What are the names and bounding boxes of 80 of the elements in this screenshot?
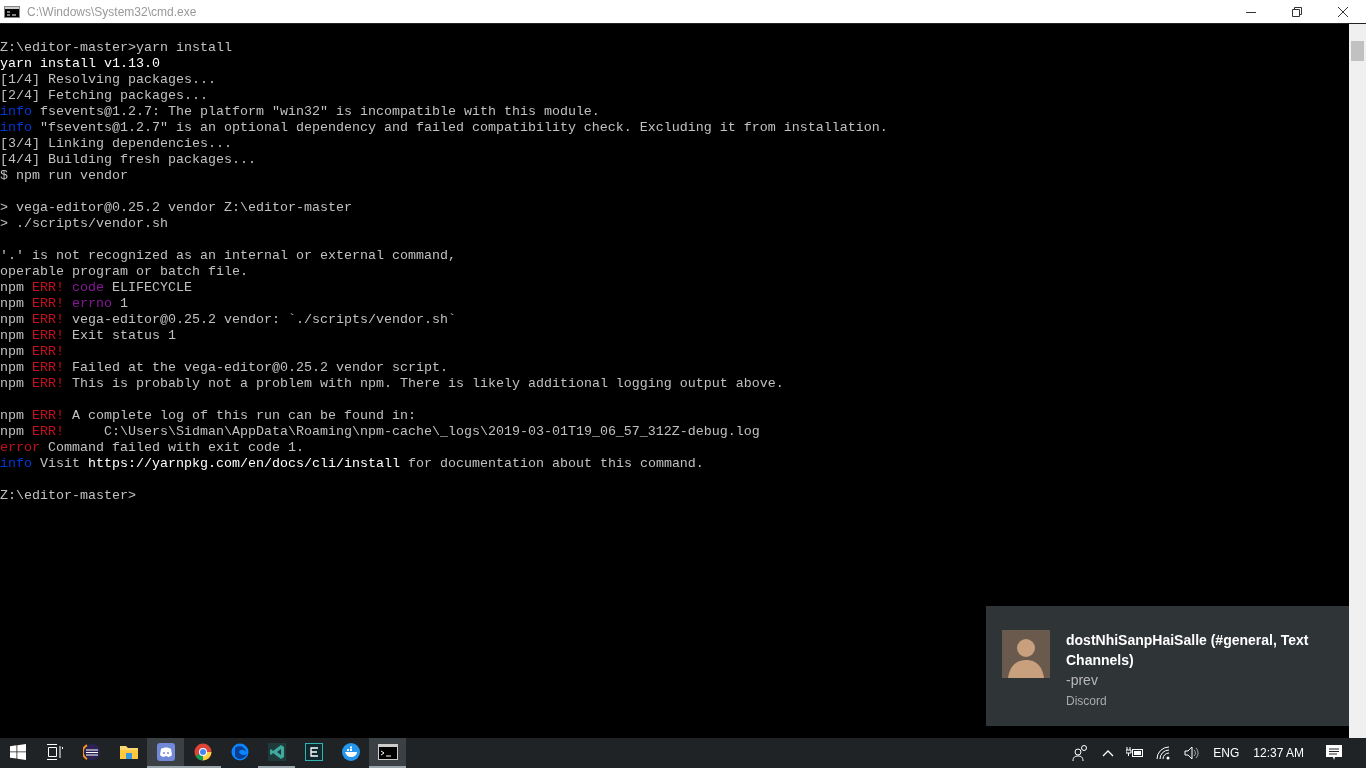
log-label: error xyxy=(0,440,40,455)
log-label: ERR! xyxy=(32,376,64,391)
folder-icon xyxy=(119,744,138,760)
log-label: ERR! xyxy=(32,296,64,311)
terminal-text: A complete log of this run can be found in: xyxy=(71,408,416,423)
terminal-text: npm xyxy=(0,344,25,359)
terminal-text: npm xyxy=(0,328,25,343)
notification-card[interactable]: dostNhiSanpHaiSalle (#general, Text Channels) -prev Discord xyxy=(986,606,1349,726)
terminal-text: npm xyxy=(0,376,25,391)
terminal-text: npm xyxy=(0,312,25,327)
terminal-text: https://yarnpkg.com/en/docs/cli/install xyxy=(88,456,400,471)
terminal-text: vega-editor@0.25.2 vendor: `./scripts/vendor.sh` xyxy=(71,312,456,327)
notification-message: -prev xyxy=(1066,671,1099,690)
editor-icon xyxy=(304,743,323,761)
terminal-text: [2/4] Fetching packages... xyxy=(0,88,208,103)
terminal-text: Z:\editor-master>yarn install xyxy=(0,40,232,55)
task-view-icon xyxy=(45,744,64,760)
scrollbar[interactable] xyxy=(1349,24,1366,738)
log-label: ERR! xyxy=(32,328,64,343)
taskbar-app-button[interactable] xyxy=(369,738,406,768)
terminal-text: $ npm run vendor xyxy=(0,168,128,183)
scrollbar-thumb[interactable] xyxy=(1351,41,1364,61)
terminal-text: '.' is not recognized as an internal or external command, xyxy=(0,248,456,263)
notification-title: dostNhiSanpHaiSalle (#general, Text Channels) xyxy=(1066,631,1310,670)
terminal-text: fsevents@1.2.7: The platform "win32" is incompatible with this module. xyxy=(39,104,600,119)
log-label: info xyxy=(0,120,32,135)
terminal-text: [4/4] Building fresh packages... xyxy=(0,152,256,167)
log-label: ERR! xyxy=(32,424,64,439)
windows-icon xyxy=(10,744,26,760)
log-label: ERR! xyxy=(32,280,64,295)
log-label: errno xyxy=(71,296,112,311)
terminal-text: yarn install v1.13.0 xyxy=(0,56,160,71)
browser-icon xyxy=(230,743,249,761)
restore-icon xyxy=(1292,6,1302,17)
notification-icon[interactable] xyxy=(1326,745,1342,761)
log-label: ERR! xyxy=(32,360,64,375)
log-label: info xyxy=(0,104,32,119)
chevron-up-icon[interactable] xyxy=(1102,749,1115,757)
taskbar-app-button[interactable] xyxy=(147,738,184,768)
terminal-text: 1 xyxy=(119,296,128,311)
terminal-text: npm xyxy=(0,424,25,439)
clock[interactable]: 12:37 AM xyxy=(1253,746,1304,760)
terminal-text: ELIFECYCLE xyxy=(111,280,192,295)
close-icon xyxy=(1338,6,1348,17)
terminal-text: Visit xyxy=(39,456,81,471)
terminal-text: "fsevents@1.2.7" is an optional dependency and failed compatibility check. Excluding it from installation. xyxy=(39,120,888,135)
log-label: info xyxy=(0,456,32,471)
terminal-text: operable program or batch file. xyxy=(0,264,248,279)
log-label: ERR! xyxy=(32,344,64,359)
log-label: ERR! xyxy=(32,408,64,423)
eclipse-icon xyxy=(82,743,101,761)
window-title: C:\Windows\System32\cmd.exe xyxy=(27,4,197,19)
browser-icon xyxy=(193,743,212,761)
terminal-text: for documentation about this command. xyxy=(406,456,704,471)
log-label: ERR! xyxy=(32,312,64,327)
terminal-text: npm xyxy=(0,280,25,295)
terminal-text: C:\Users\Sidman\AppData\Roaming\npm-cache\_logs\2019-03-01T19_06_57_312Z-debug.log xyxy=(103,424,760,439)
terminal-text: Z:\editor-master> xyxy=(0,488,136,503)
speaker-icon[interactable] xyxy=(1184,746,1201,760)
terminal-icon xyxy=(377,744,398,760)
terminal-text: Exit status 1 xyxy=(71,328,176,343)
notification-app: Discord xyxy=(1066,693,1108,710)
terminal-icon xyxy=(4,5,20,18)
terminal-text: Failed at the vega-editor@0.25.2 vendor script. xyxy=(71,360,448,375)
whale-icon xyxy=(341,743,360,761)
terminal-text: npm xyxy=(0,408,25,423)
terminal-text: [3/4] Linking dependencies... xyxy=(0,136,232,151)
language-indicator[interactable]: ENG xyxy=(1213,746,1240,760)
battery-icon[interactable] xyxy=(1126,747,1145,759)
terminal-text: npm xyxy=(0,296,25,311)
terminal-text: npm xyxy=(0,360,25,375)
terminal-text: [1/4] Resolving packages... xyxy=(0,72,216,87)
code-editor-icon xyxy=(267,743,286,761)
terminal-text: > vega-editor@0.25.2 vendor Z:\editor-master xyxy=(0,200,352,215)
avatar-icon xyxy=(1002,630,1050,678)
gamepad-icon xyxy=(156,743,175,761)
terminal-text: This is probably not a problem with npm. There is likely additional logging output above. xyxy=(71,376,784,391)
terminal-text: > ./scripts/vendor.sh xyxy=(0,216,168,231)
terminal-text: Command failed with exit code 1. xyxy=(47,440,304,455)
log-label: code xyxy=(71,280,104,295)
